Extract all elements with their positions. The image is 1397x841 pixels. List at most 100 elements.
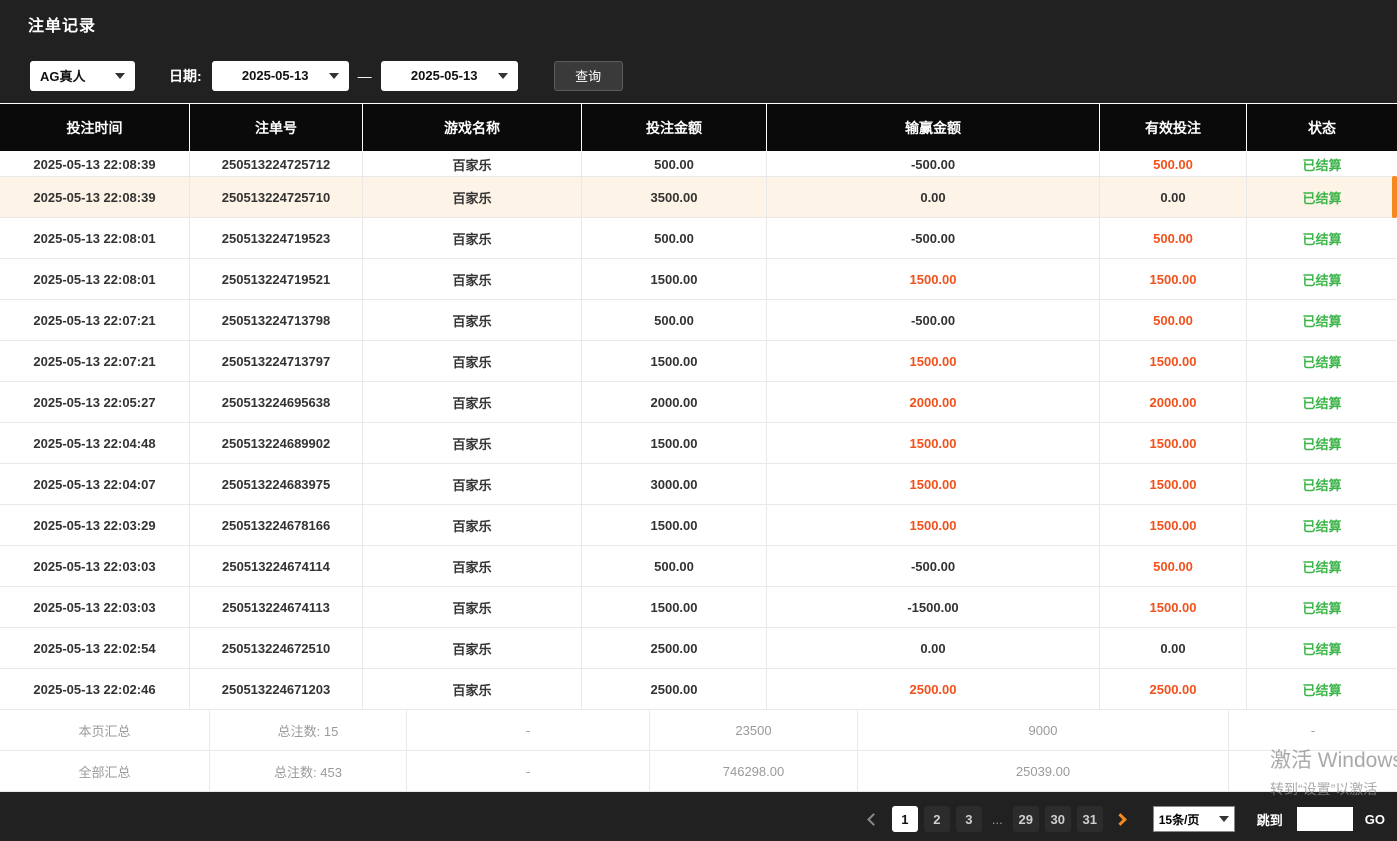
summary-bet-count: 总注数: 453 <box>210 751 407 791</box>
table-header-row: 投注时间注单号游戏名称投注金额输赢金额有效投注状态 <box>0 103 1397 152</box>
date-to-select[interactable]: 2025-05-13 <box>381 61 518 91</box>
page-button-3[interactable]: 3 <box>956 806 982 832</box>
cell-order-no: 250513224672510 <box>190 628 363 668</box>
cell-valid-bet: 0.00 <box>1100 177 1247 217</box>
summary-winloss-total: 9000 <box>858 710 1229 750</box>
page-button-1[interactable]: 1 <box>892 806 918 832</box>
date-from-select[interactable]: 2025-05-13 <box>212 61 349 91</box>
cell-valid-bet: 500.00 <box>1100 300 1247 340</box>
cell-status: 已结算 <box>1247 546 1397 586</box>
cell-order-no: 250513224725712 <box>190 152 363 176</box>
table-row[interactable]: 2025-05-13 22:08:39 250513224725710 百家乐 … <box>0 177 1397 218</box>
cell-game-name: 百家乐 <box>363 177 582 217</box>
table-row[interactable]: 2025-05-13 22:05:27 250513224695638 百家乐 … <box>0 382 1397 423</box>
table-row[interactable]: 2025-05-13 22:08:01 250513224719523 百家乐 … <box>0 218 1397 259</box>
cell-order-no: 250513224725710 <box>190 177 363 217</box>
table-row[interactable]: 2025-05-13 22:02:46 250513224671203 百家乐 … <box>0 669 1397 710</box>
table-row[interactable]: 2025-05-13 22:08:39 250513224725712 百家乐 … <box>0 152 1397 177</box>
cell-valid-bet: 500.00 <box>1100 152 1247 176</box>
column-header: 有效投注 <box>1100 104 1247 151</box>
summary-label: 本页汇总 <box>0 710 210 750</box>
game-type-select[interactable]: AG真人 <box>30 61 135 91</box>
date-to-value: 2025-05-13 <box>391 68 498 83</box>
chevron-down-icon <box>329 73 339 79</box>
cell-bet-amount: 1500.00 <box>582 423 767 463</box>
scrollbar-thumb[interactable] <box>1392 176 1397 218</box>
column-header: 投注金额 <box>582 104 767 151</box>
page-title: 注单记录 <box>28 12 96 36</box>
cell-status: 已结算 <box>1247 587 1397 627</box>
cell-game-name: 百家乐 <box>363 300 582 340</box>
table-row[interactable]: 2025-05-13 22:07:21 250513224713797 百家乐 … <box>0 341 1397 382</box>
cell-bet-amount: 500.00 <box>582 218 767 258</box>
column-header: 输赢金额 <box>767 104 1100 151</box>
cell-valid-bet: 1500.00 <box>1100 587 1247 627</box>
cell-bet-amount: 1500.00 <box>582 505 767 545</box>
table-body: 2025-05-13 22:08:39 250513224725712 百家乐 … <box>0 152 1397 710</box>
bet-records-table: 投注时间注单号游戏名称投注金额输赢金额有效投注状态 2025-05-13 22:… <box>0 103 1397 792</box>
cell-status: 已结算 <box>1247 505 1397 545</box>
table-row[interactable]: 2025-05-13 22:04:07 250513224683975 百家乐 … <box>0 464 1397 505</box>
cell-order-no: 250513224683975 <box>190 464 363 504</box>
game-type-value: AG真人 <box>40 66 86 85</box>
summary-bet-count: 总注数: 15 <box>210 710 407 750</box>
page-buttons: 123... 293031 <box>892 806 1103 832</box>
cell-bet-time: 2025-05-13 22:03:03 <box>0 546 190 586</box>
cell-game-name: 百家乐 <box>363 152 582 176</box>
cell-order-no: 250513224713797 <box>190 341 363 381</box>
cell-status: 已结算 <box>1247 218 1397 258</box>
cell-bet-amount: 1500.00 <box>582 259 767 299</box>
cell-game-name: 百家乐 <box>363 382 582 422</box>
column-header: 游戏名称 <box>363 104 582 151</box>
cell-bet-time: 2025-05-13 22:08:01 <box>0 259 190 299</box>
table-row[interactable]: 2025-05-13 22:04:48 250513224689902 百家乐 … <box>0 423 1397 464</box>
query-button[interactable]: 查询 <box>554 61 623 91</box>
table-row[interactable]: 2025-05-13 22:03:29 250513224678166 百家乐 … <box>0 505 1397 546</box>
cell-valid-bet: 1500.00 <box>1100 341 1247 381</box>
summary-row: 全部汇总 总注数: 453 - 746298.00 25039.00 <box>0 751 1397 792</box>
chevron-down-icon <box>115 73 125 79</box>
cell-game-name: 百家乐 <box>363 628 582 668</box>
table-row[interactable]: 2025-05-13 22:03:03 250513224674114 百家乐 … <box>0 546 1397 587</box>
summary-row: 本页汇总 总注数: 15 - 23500 9000 - <box>0 710 1397 751</box>
cell-bet-time: 2025-05-13 22:08:39 <box>0 177 190 217</box>
page-button-29[interactable]: 29 <box>1013 806 1039 832</box>
page-button-2[interactable]: 2 <box>924 806 950 832</box>
table-row[interactable]: 2025-05-13 22:03:03 250513224674113 百家乐 … <box>0 587 1397 628</box>
cell-status: 已结算 <box>1247 669 1397 709</box>
prev-page-button[interactable] <box>862 806 886 832</box>
cell-bet-amount: 2500.00 <box>582 669 767 709</box>
next-page-button[interactable] <box>1109 806 1133 832</box>
cell-status: 已结算 <box>1247 300 1397 340</box>
cell-bet-time: 2025-05-13 22:08:39 <box>0 152 190 176</box>
cell-bet-time: 2025-05-13 22:03:03 <box>0 587 190 627</box>
table-row[interactable]: 2025-05-13 22:07:21 250513224713798 百家乐 … <box>0 300 1397 341</box>
jump-page-input[interactable] <box>1297 807 1353 831</box>
cell-bet-amount: 2500.00 <box>582 628 767 668</box>
cell-bet-time: 2025-05-13 22:02:46 <box>0 669 190 709</box>
page-button-30[interactable]: 30 <box>1045 806 1071 832</box>
cell-bet-amount: 500.00 <box>582 300 767 340</box>
cell-bet-amount: 2000.00 <box>582 382 767 422</box>
table-row[interactable]: 2025-05-13 22:02:54 250513224672510 百家乐 … <box>0 628 1397 669</box>
cell-winloss-amount: -500.00 <box>767 546 1100 586</box>
cell-bet-time: 2025-05-13 22:08:01 <box>0 218 190 258</box>
cell-status: 已结算 <box>1247 464 1397 504</box>
cell-valid-bet: 500.00 <box>1100 546 1247 586</box>
bet-records-page: 注单记录 AG真人 日期: 2025-05-13 — 2025-05-13 查询… <box>0 0 1397 841</box>
page-button-31[interactable]: 31 <box>1077 806 1103 832</box>
cell-game-name: 百家乐 <box>363 505 582 545</box>
pagination-ellipsis: ... <box>988 812 1007 827</box>
title-bar: 注单记录 <box>0 0 1397 48</box>
chevron-down-icon <box>1219 816 1229 822</box>
page-size-select[interactable]: 15条/页 <box>1153 806 1235 832</box>
cell-status: 已结算 <box>1247 259 1397 299</box>
cell-game-name: 百家乐 <box>363 423 582 463</box>
table-row[interactable]: 2025-05-13 22:08:01 250513224719521 百家乐 … <box>0 259 1397 300</box>
cell-winloss-amount: 1500.00 <box>767 259 1100 299</box>
cell-winloss-amount: -500.00 <box>767 152 1100 176</box>
cell-valid-bet: 1500.00 <box>1100 505 1247 545</box>
cell-winloss-amount: 0.00 <box>767 628 1100 668</box>
go-button[interactable]: GO <box>1365 812 1385 827</box>
cell-status: 已结算 <box>1247 341 1397 381</box>
